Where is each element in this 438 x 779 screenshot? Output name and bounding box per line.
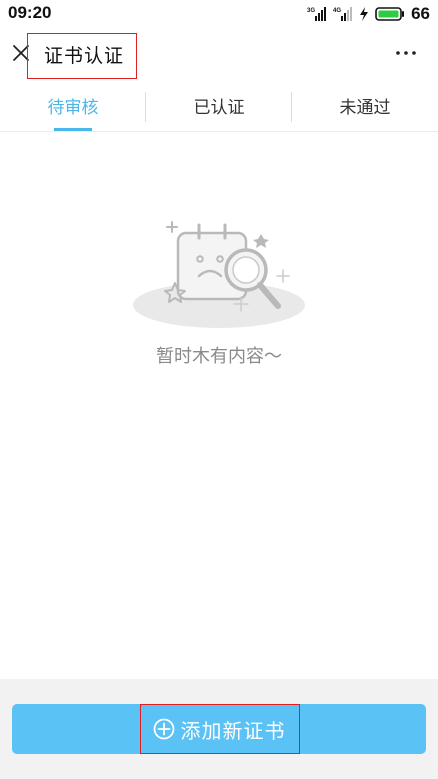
status-icons: 3G 4G 66 — [307, 3, 430, 25]
tab-label: 待审核 — [47, 98, 99, 118]
svg-text:4G: 4G — [333, 8, 341, 14]
title-bar: 证书认证 — [0, 28, 438, 79]
active-tab-indicator — [54, 128, 92, 131]
app-screen: 09:20 3G 4G 66 证书认证 待审核 已认证 未通过 暂时木有内容～ … — [0, 0, 438, 779]
tab-pending[interactable]: 待审核 — [0, 80, 146, 131]
status-time: 09:20 — [8, 3, 52, 22]
signal-icon: 3G — [307, 7, 327, 21]
tab-rejected[interactable]: 未通过 — [292, 80, 438, 131]
battery-icon — [375, 7, 405, 21]
charging-icon — [360, 7, 369, 21]
empty-state-message: 暂时木有内容～ — [156, 346, 282, 367]
tab-certified[interactable]: 已认证 — [146, 80, 292, 131]
page-title: 证书认证 — [44, 45, 125, 67]
signal-icon: 4G — [333, 7, 353, 21]
battery-level: 66 — [411, 4, 430, 23]
footer: 添加新证书 — [0, 679, 438, 779]
add-certificate-button[interactable]: 添加新证书 — [12, 704, 426, 754]
tab-label: 未通过 — [339, 98, 391, 118]
status-bar: 09:20 3G 4G 66 — [0, 0, 438, 28]
tab-label: 已认证 — [193, 98, 245, 118]
button-highlight-box — [140, 704, 300, 754]
svg-text:3G: 3G — [307, 8, 315, 14]
empty-calendar-search-icon — [133, 221, 305, 328]
tab-bar: 待审核 已认证 未通过 — [0, 80, 438, 132]
more-icon[interactable] — [394, 42, 418, 64]
